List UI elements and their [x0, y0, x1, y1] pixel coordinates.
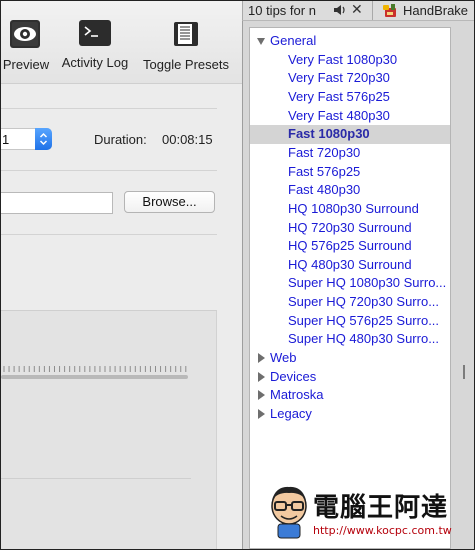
- preset-group-label: General: [270, 33, 317, 48]
- toggle-presets-button[interactable]: Toggle Presets: [140, 19, 232, 79]
- preset-item-label: HQ 1080p30 Surround: [288, 200, 419, 216]
- activity-log-button[interactable]: Activity Log: [57, 19, 133, 79]
- eye-icon: [10, 20, 40, 48]
- preset-item-label: Very Fast 1080p30: [288, 51, 398, 67]
- title-select-value: 1: [2, 132, 10, 147]
- preset-item-label: Super HQ 720p30 Surro...: [288, 294, 440, 310]
- toolbar: Preview Activity Log Toggle Presets: [1, 1, 242, 84]
- tab-strip: 10 tips for n ✕ HandBrake: [242, 1, 474, 21]
- preset-item-label: Very Fast 720p30: [288, 70, 390, 86]
- preset-group-web[interactable]: Web: [250, 349, 450, 368]
- toggle-presets-label: Toggle Presets: [143, 57, 229, 72]
- mascot-logo: [271, 486, 307, 539]
- preset-item[interactable]: Super HQ 480p30 Surro...: [250, 330, 450, 349]
- disclosure-closed-icon[interactable]: [256, 371, 266, 383]
- preset-item[interactable]: Super HQ 576p25 Surro...: [250, 312, 450, 331]
- tab-label: HandBrake: [403, 3, 469, 18]
- preset-item[interactable]: Fast 480p30: [250, 181, 450, 200]
- preset-item-label: Very Fast 576p25: [288, 88, 390, 104]
- presets-panel: General Very Fast 1080p30 Very Fast 720p30…: [242, 21, 474, 549]
- preset-group-devices[interactable]: Devices: [250, 368, 450, 387]
- duration-label: Duration:: [94, 132, 147, 147]
- drawer-icon: [174, 22, 198, 46]
- preset-item[interactable]: Very Fast 720p30: [250, 69, 450, 88]
- preset-item-selected[interactable]: Fast 1080p30: [250, 125, 450, 144]
- title-select[interactable]: 1: [1, 128, 52, 150]
- tab-divider: [372, 1, 373, 20]
- preview-button[interactable]: Preview: [1, 19, 51, 79]
- tab-handbrake[interactable]: HandBrake: [374, 1, 474, 20]
- preset-item[interactable]: Very Fast 576p25: [250, 88, 450, 107]
- resize-handle[interactable]: [463, 365, 465, 379]
- divider: [1, 108, 217, 109]
- preset-item[interactable]: HQ 576p25 Surround: [250, 237, 450, 256]
- settings-panel: [1, 310, 217, 549]
- main-panel: 1 Duration: 00:08:15 Browse...: [1, 84, 242, 549]
- preset-item-label: Super HQ 480p30 Surro...: [288, 331, 440, 347]
- watermark: 電腦王阿達 http://www.kocpc.com.tw: [266, 484, 471, 544]
- preset-group-label: Matroska: [270, 387, 324, 403]
- watermark-url: http://www.kocpc.com.tw: [313, 524, 452, 537]
- disclosure-open-icon[interactable]: [256, 35, 266, 47]
- duration-value: 00:08:15: [162, 132, 213, 147]
- presets-tree: General Very Fast 1080p30 Very Fast 720p30…: [249, 27, 451, 549]
- watermark-title: 電腦王阿達: [313, 493, 449, 523]
- handbrake-icon: [383, 4, 396, 17]
- preview-label: Preview: [2, 57, 50, 72]
- preset-group-label: Legacy: [270, 406, 312, 421]
- tab-tips[interactable]: 10 tips for n ✕: [243, 1, 373, 20]
- preset-item[interactable]: HQ 720p30 Surround: [250, 219, 450, 238]
- preset-item-label: Fast 1080p30: [288, 126, 370, 142]
- destination-path-field[interactable]: [1, 192, 113, 214]
- stepper-arrows-icon[interactable]: [35, 128, 52, 150]
- preset-item[interactable]: HQ 1080p30 Surround: [250, 200, 450, 219]
- preset-item-label: HQ 576p25 Surround: [288, 238, 412, 254]
- slider-ticks: [3, 366, 187, 372]
- disclosure-closed-icon[interactable]: [256, 352, 266, 364]
- divider: [1, 170, 217, 171]
- preset-item[interactable]: Super HQ 720p30 Surro...: [250, 293, 450, 312]
- close-icon[interactable]: ✕: [351, 1, 363, 18]
- app-window: Preview Activity Log Toggle Presets 1 Du…: [0, 0, 475, 550]
- preset-item-label: Fast 480p30: [288, 182, 361, 198]
- preset-item-label: Super HQ 576p25 Surro...: [288, 312, 440, 328]
- preset-item-label: HQ 720p30 Surround: [288, 219, 412, 235]
- preset-item-label: HQ 480p30 Surround: [288, 256, 412, 272]
- terminal-icon: [79, 20, 111, 46]
- disclosure-closed-icon[interactable]: [256, 389, 266, 401]
- window-edge: I: [457, 21, 474, 549]
- preset-item-label: Super HQ 1080p30 Surro...: [288, 275, 447, 291]
- divider: [1, 478, 191, 479]
- divider: [1, 234, 217, 235]
- preset-item[interactable]: Fast 576p25: [250, 163, 450, 182]
- preset-group-legacy[interactable]: Legacy: [250, 405, 450, 424]
- speaker-icon[interactable]: [333, 4, 347, 16]
- preset-group-label: Devices: [270, 368, 317, 384]
- preset-item[interactable]: Very Fast 1080p30: [250, 51, 450, 70]
- activity-log-label: Activity Log: [61, 55, 129, 70]
- browse-button[interactable]: Browse...: [124, 191, 215, 213]
- preset-item-label: Fast 576p25: [288, 163, 361, 179]
- preset-item-label: Very Fast 480p30: [288, 107, 390, 123]
- preset-group-matroska[interactable]: Matroska: [250, 386, 450, 405]
- preset-item-label: Fast 720p30: [288, 144, 361, 160]
- tab-label: 10 tips for n: [248, 3, 316, 18]
- disclosure-closed-icon[interactable]: [256, 408, 266, 420]
- preset-group-general[interactable]: General: [250, 32, 450, 51]
- preset-item[interactable]: Fast 720p30: [250, 144, 450, 163]
- slider-track[interactable]: [1, 375, 188, 379]
- preset-group-label: Web: [270, 350, 297, 366]
- preset-item[interactable]: Very Fast 480p30: [250, 107, 450, 126]
- preset-item[interactable]: Super HQ 1080p30 Surro...: [250, 274, 450, 293]
- preset-item[interactable]: HQ 480p30 Surround: [250, 256, 450, 275]
